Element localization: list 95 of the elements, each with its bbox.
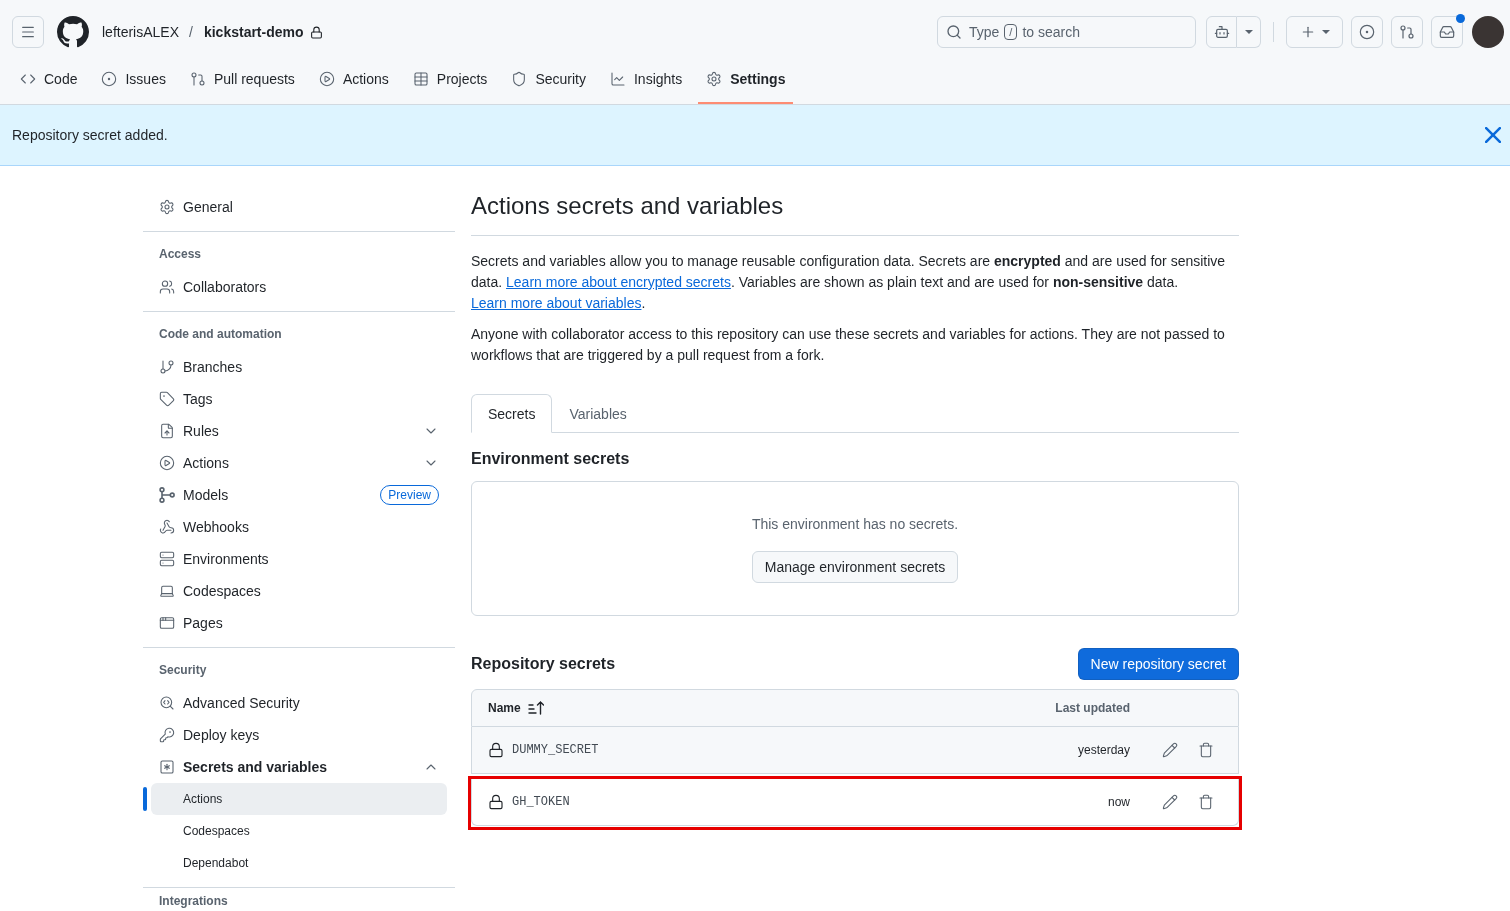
pull-requests-button[interactable] (1391, 16, 1423, 48)
sidebar-item[interactable]: Actions (151, 447, 447, 479)
path-separator: / (189, 24, 193, 40)
sidebar-subitem[interactable]: Actions (151, 783, 447, 815)
key-icon (159, 727, 175, 743)
sidebar-heading: Security (158, 662, 208, 679)
webhook-icon (159, 519, 175, 535)
inbox-icon (1439, 24, 1455, 40)
shield-icon (511, 71, 528, 87)
close-icon[interactable] (1485, 127, 1501, 143)
repo-tab[interactable]: Code (12, 60, 86, 104)
sidebar-item[interactable]: Collaborators (151, 271, 447, 303)
sidebar-item[interactable]: Codespaces (151, 575, 447, 607)
docs-link[interactable]: Learn more about encrypted secrets (506, 274, 731, 290)
pull-request-icon (1399, 24, 1415, 40)
caret-icon (1321, 30, 1330, 34)
secret-name: GH_TOKEN (512, 795, 570, 809)
sidebar-item[interactable]: Deploy keys (151, 719, 447, 751)
menu-icon (20, 24, 36, 40)
sidebar-heading: Integrations (158, 893, 229, 908)
page-title: Actions secrets and variables (471, 191, 1239, 236)
repo-tab[interactable]: Actions (310, 60, 397, 104)
owner-link[interactable]: lefterisALEX (102, 24, 180, 40)
pencil-icon (1162, 742, 1178, 758)
access-note: Anyone with collaborator access to this repository can use these secrets and variables for actions. They are not passed to workflows that are triggered by a pull request from a fork. (471, 325, 1226, 365)
sidebar-item[interactable]: Rules (151, 415, 447, 447)
circle-dot-icon (101, 71, 118, 87)
section-heading: Environment secrets (471, 449, 631, 469)
bot-button[interactable] (1206, 16, 1237, 48)
user-avatar[interactable] (1472, 16, 1504, 48)
pull-request-icon (189, 71, 206, 87)
shortcut-key: / (1004, 24, 1018, 40)
circle-dot-icon (1359, 24, 1375, 40)
repo-tab[interactable]: Security (503, 60, 594, 104)
inbox-button[interactable] (1431, 16, 1463, 48)
repo-tab[interactable]: Issues (93, 60, 174, 104)
updated-time: yesterday (1077, 743, 1130, 757)
column-header[interactable]: Name (488, 701, 544, 715)
sidebar-item[interactable]: Tags (151, 383, 447, 415)
play-circle-icon (318, 71, 335, 87)
asterisk-square-icon (159, 759, 175, 775)
repo-tab[interactable]: Projects (404, 60, 496, 104)
github-logo[interactable] (57, 16, 89, 48)
new-secret-button[interactable]: New repository secret (1077, 648, 1239, 680)
sidebar-item[interactable]: Pages (151, 607, 447, 639)
search-icon (946, 24, 962, 40)
repo-tab[interactable]: Insights (601, 60, 691, 104)
nodes-icon (159, 487, 175, 503)
intro-text: Secrets and variables allow you to manage reusable configuration data. Secrets are encrypted and are used for sensitive data. Learn more about encrypted secrets. Variables are shown as plain text and are used for non-sensitive data. Learn more about variables. (471, 252, 1227, 313)
sidebar-item[interactable]: Branches (151, 351, 447, 383)
line-chart-icon (609, 71, 626, 87)
sidebar-item[interactable]: General (151, 191, 447, 223)
play-circle-icon (159, 455, 175, 471)
sidebar-heading: Access (158, 246, 203, 263)
section-tab[interactable]: Secrets (471, 394, 553, 433)
repo-link[interactable]: kickstart-demo (203, 24, 304, 40)
sidebar-item[interactable]: Models Preview (151, 479, 447, 511)
people-icon (159, 279, 175, 295)
menu-button[interactable] (12, 16, 44, 48)
lock-icon (488, 794, 504, 810)
search-field[interactable]: Type / to search (937, 16, 1196, 48)
trash-icon (1198, 742, 1214, 758)
tag-icon (159, 391, 175, 407)
updated-time: now (1108, 795, 1130, 809)
table-icon (412, 71, 429, 87)
sidebar-item[interactable]: Webhooks (151, 511, 447, 543)
caret-icon (1244, 30, 1253, 34)
settings-icon (159, 199, 175, 215)
section-tab[interactable]: Variables (552, 394, 644, 433)
pencil-icon (1162, 794, 1178, 810)
sidebar-item[interactable]: Advanced Security (151, 687, 447, 719)
lock-icon (488, 742, 504, 758)
sidebar-heading: Code and automation (158, 326, 283, 343)
sidebar-item[interactable]: Secrets and variables (151, 751, 447, 783)
code-scan-icon (159, 695, 175, 711)
branch-icon (159, 359, 175, 375)
robot-icon (1213, 24, 1230, 40)
trash-icon (1198, 794, 1214, 810)
repo-tab[interactable]: Pull requests (181, 60, 303, 104)
settings-icon (706, 71, 723, 87)
browser-window-icon (159, 615, 175, 631)
sidebar-item[interactable]: Environments (151, 543, 447, 575)
flash-message: Repository secret added. (12, 126, 168, 145)
laptop-icon (159, 583, 175, 599)
sidebar-subitem[interactable]: Codespaces (151, 815, 447, 847)
server-icon (159, 551, 175, 567)
issues-button[interactable] (1351, 16, 1383, 48)
sidebar-subitem[interactable]: Dependabot (151, 847, 447, 879)
code-brackets-icon (20, 71, 36, 87)
section-heading: Repository secrets (471, 654, 616, 674)
empty-message: This environment has no secrets. (751, 515, 959, 534)
column-header: Last updated (1055, 701, 1130, 715)
secret-name: DUMMY_SECRET (512, 743, 599, 757)
file-arrow-up-icon (159, 423, 175, 439)
manage-secrets-button[interactable]: Manage environment secrets (751, 551, 959, 583)
